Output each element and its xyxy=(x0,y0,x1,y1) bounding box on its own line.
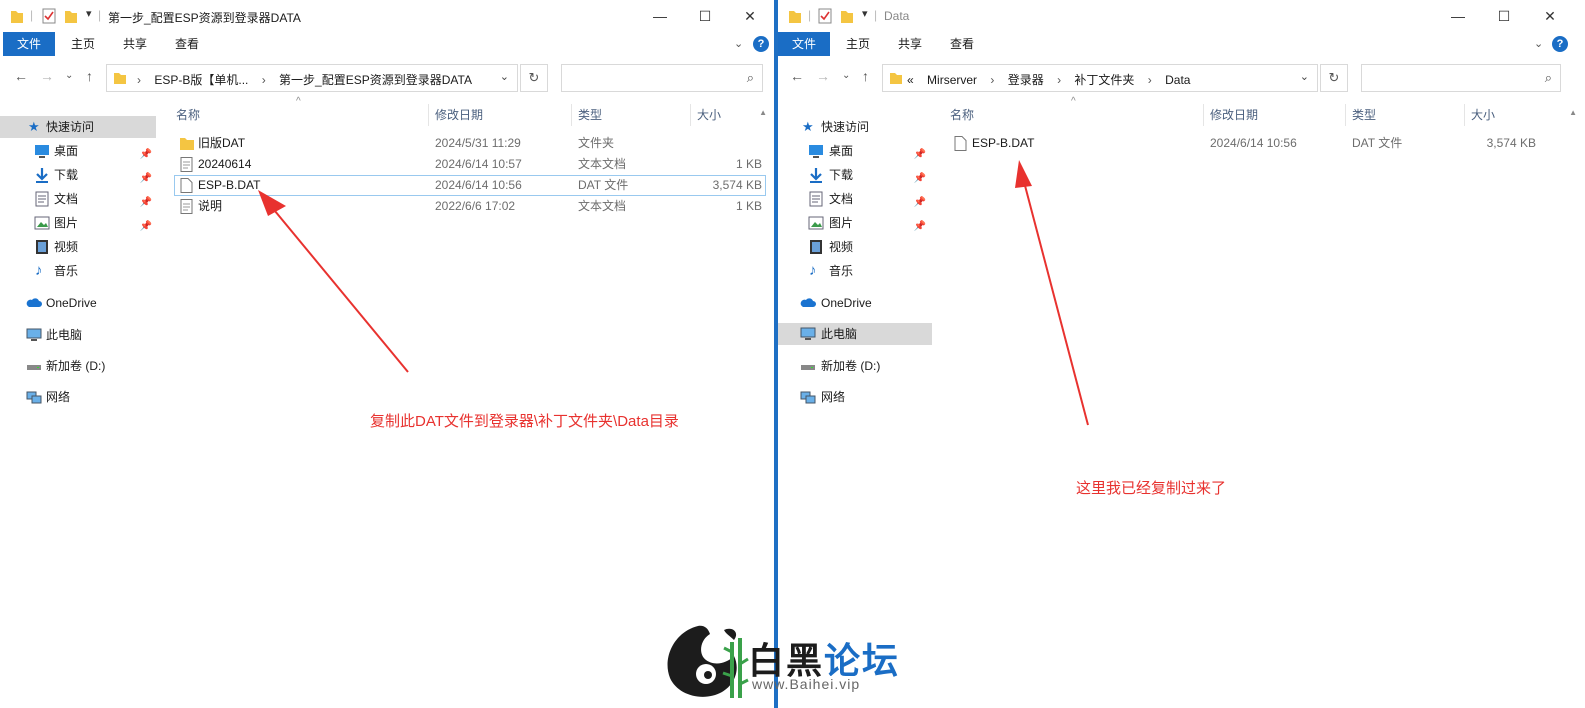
annotation-arrows xyxy=(258,160,1089,426)
annotation-arrow-left xyxy=(258,190,409,373)
watermark-logo: 白黑论坛 www.Baihei.vip xyxy=(660,612,910,702)
annotation-arrow-right xyxy=(1015,160,1089,426)
watermark-url: www.Baihei.vip xyxy=(752,676,861,692)
brand-text-black: 白黑 xyxy=(748,640,825,681)
brand-text-blue: 论坛 xyxy=(824,640,901,681)
panda-logo-icon xyxy=(667,625,749,698)
